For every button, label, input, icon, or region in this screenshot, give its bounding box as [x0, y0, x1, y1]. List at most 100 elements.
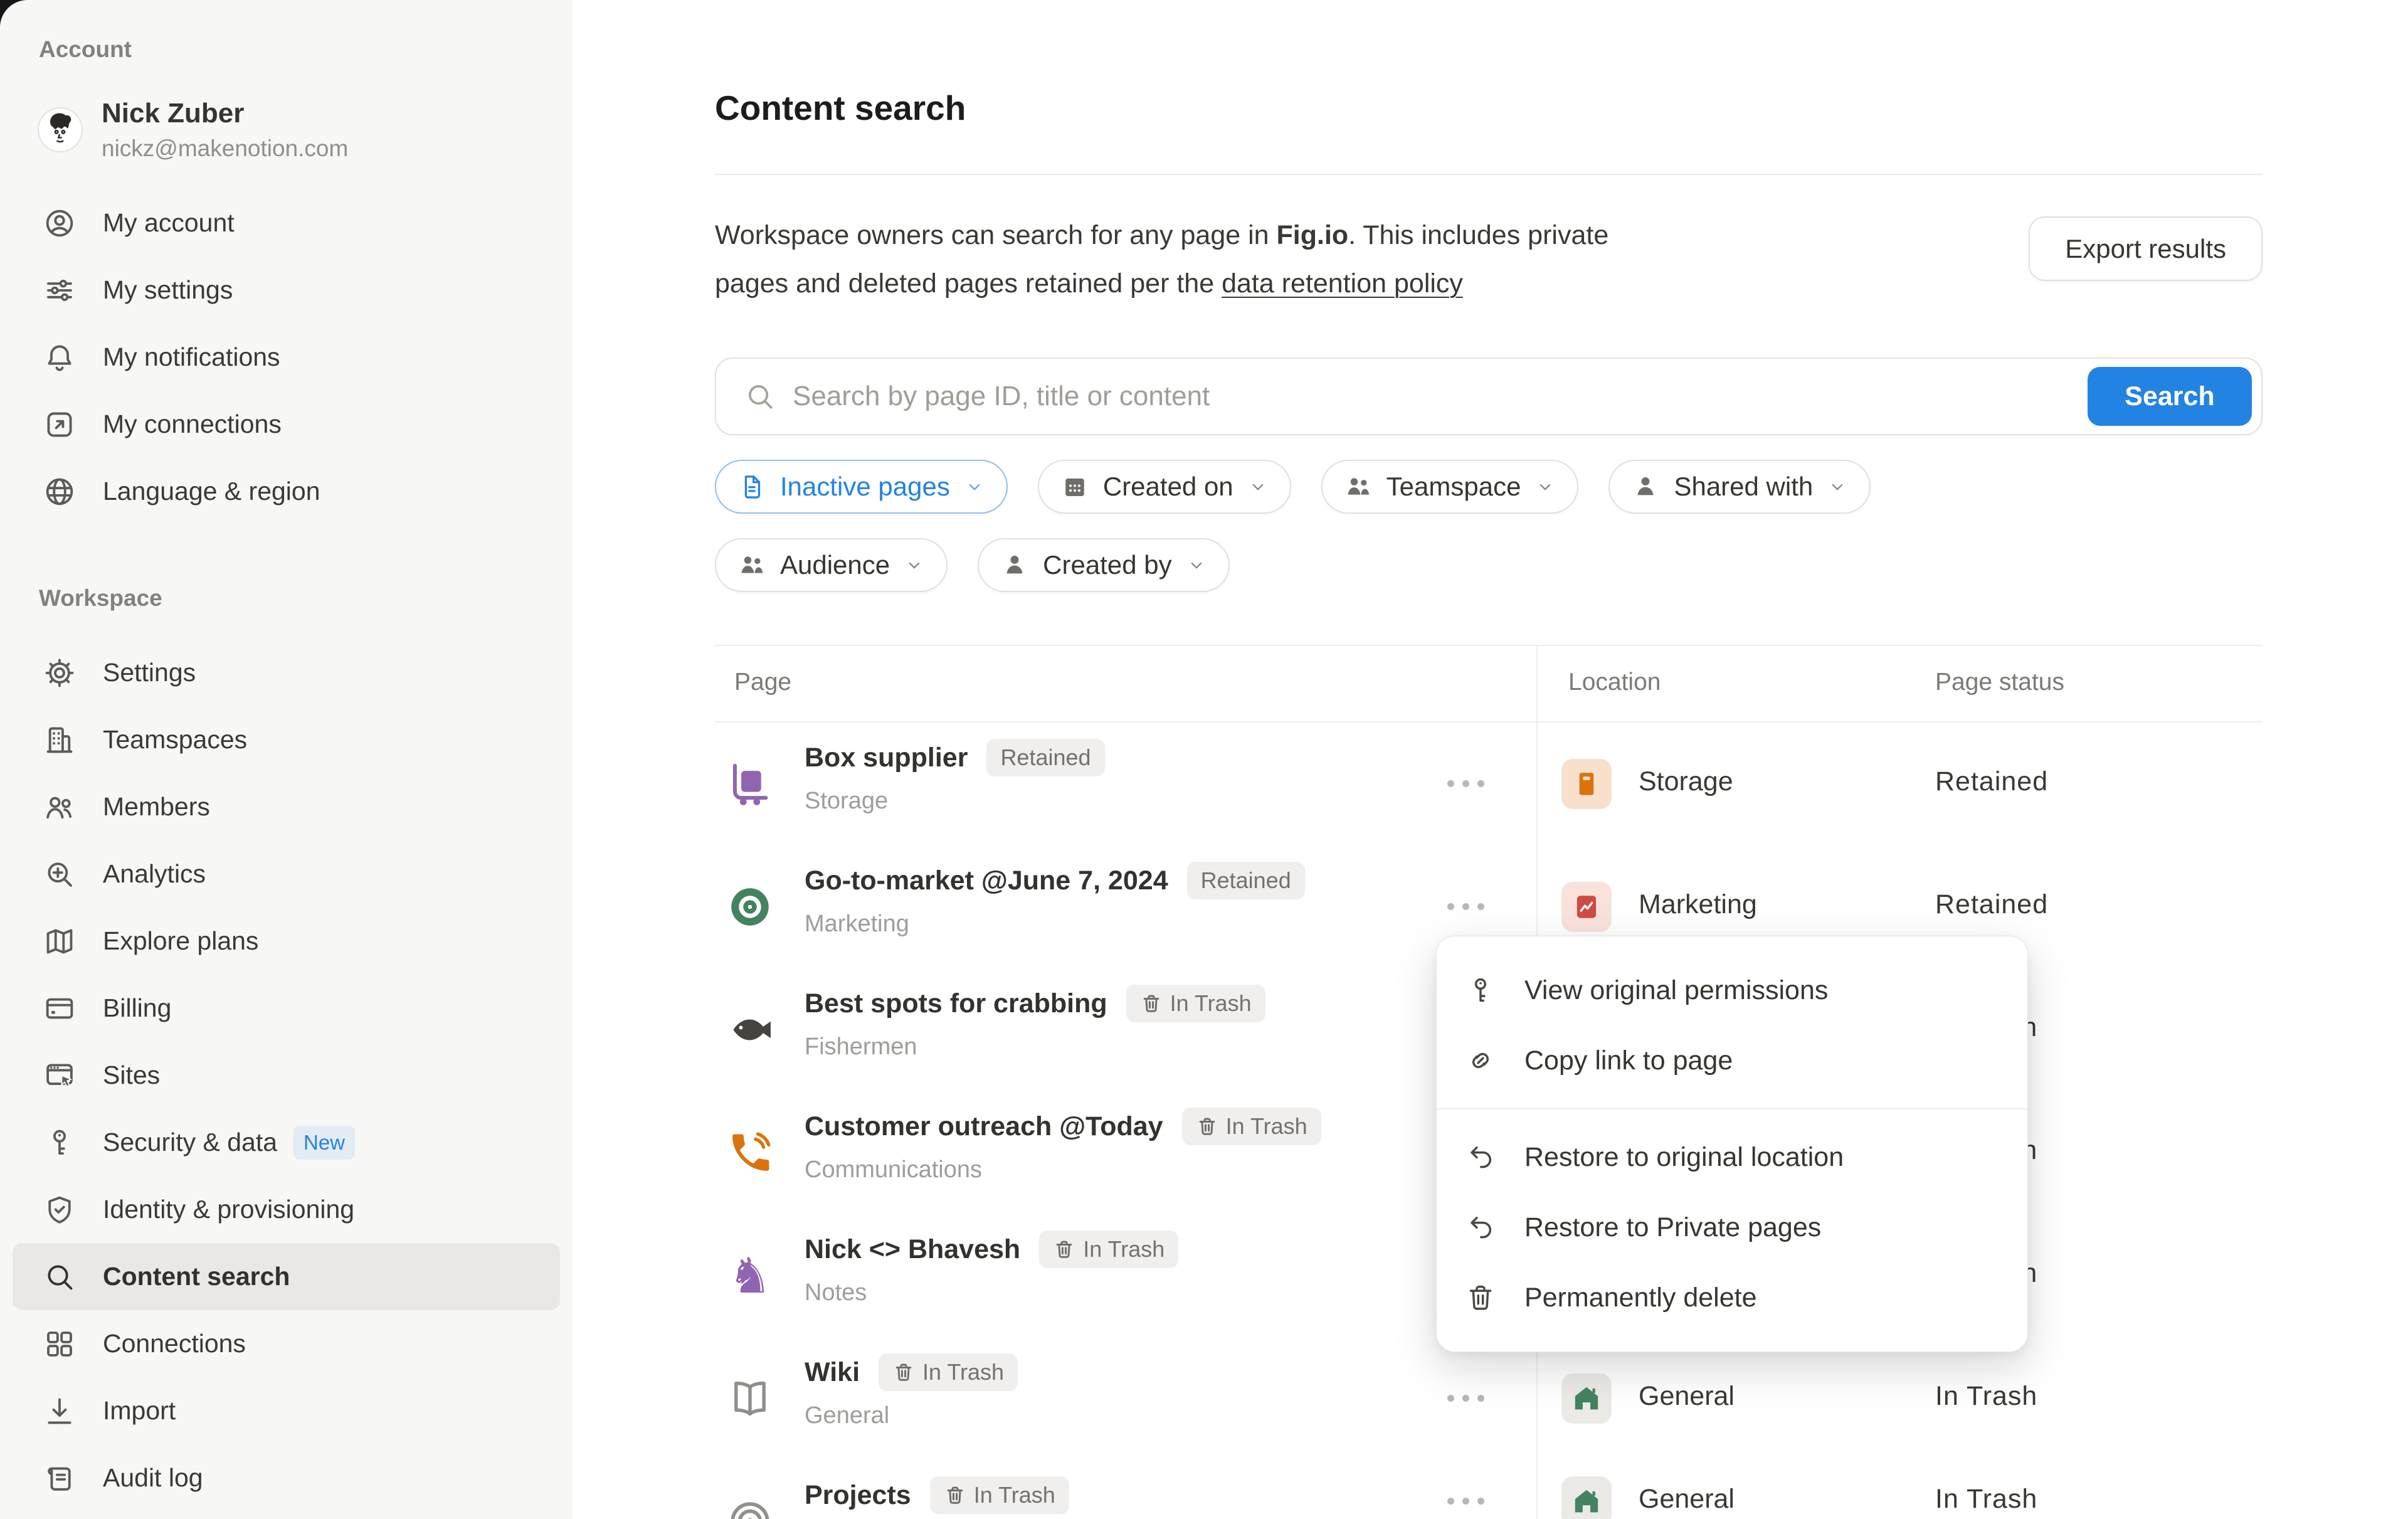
sidebar-item-billing[interactable]: Billing [13, 975, 560, 1042]
menu-item-restore-private-pages[interactable]: Restore to Private pages [1437, 1192, 2027, 1262]
table-row[interactable]: Box supplier Retained Storage Storage Re… [715, 722, 2263, 845]
sidebar-item-my-account[interactable]: My account [13, 189, 560, 257]
sidebar-item-label: Identity & provisioning [103, 1195, 354, 1224]
donkey-icon: ♞ [721, 1251, 779, 1301]
sidebar-item-connections[interactable]: Connections [13, 1310, 560, 1377]
chevron-down-icon [964, 476, 985, 497]
page-description: Workspace owners can search for any page… [715, 211, 1608, 308]
fish-icon [721, 1005, 779, 1055]
undo-arrow-icon [1464, 1141, 1497, 1173]
menu-item-view-original-permissions[interactable]: View original permissions [1437, 955, 2027, 1025]
row-actions-button[interactable] [1447, 903, 1484, 910]
map-icon [43, 924, 77, 958]
location-cell: General [1639, 1484, 1735, 1515]
row-context-menu: View original permissions Copy link to p… [1436, 936, 2028, 1352]
filter-label: Inactive pages [780, 472, 950, 502]
sidebar-item-my-connections[interactable]: My connections [13, 391, 560, 458]
filter-created-on[interactable]: Created on [1038, 460, 1291, 514]
account-user[interactable]: Nick Zuber nickz@makenotion.com [38, 98, 573, 162]
workspace-section-label: Workspace [39, 585, 573, 611]
search-button[interactable]: Search [2088, 367, 2252, 426]
sidebar-item-label: Members [103, 792, 210, 822]
sidebar-item-my-settings[interactable]: My settings [13, 257, 560, 324]
search-input[interactable] [793, 381, 2088, 412]
chevron-down-icon [1247, 476, 1269, 497]
export-results-label: Export results [2065, 234, 2226, 264]
page-icon [737, 472, 766, 501]
sidebar-item-label: Teamspaces [103, 725, 247, 754]
table-row[interactable]: Projects In Trash General In Trash [715, 1460, 2263, 1519]
new-badge: New [293, 1126, 355, 1160]
chevron-down-icon [1534, 476, 1556, 497]
key-icon [43, 1126, 77, 1160]
page-title: Content search [715, 88, 966, 128]
status-badge: Retained [1187, 862, 1305, 899]
description-text: pages and deleted pages retained per the [715, 268, 1222, 299]
in-trash-badge: In Trash [1126, 985, 1265, 1022]
page-title-cell: Go-to-market @June 7, 2024 [805, 865, 1168, 896]
table-row[interactable]: Wiki In Trash General General In Trash [715, 1337, 2263, 1460]
sidebar-item-members[interactable]: Members [13, 773, 560, 840]
calendar-icon [1060, 472, 1089, 501]
column-header-location: Location [1568, 669, 1661, 696]
sidebar-item-security-data[interactable]: Security & data New [13, 1109, 560, 1176]
menu-item-label: View original permissions [1524, 975, 1828, 1006]
person-icon [1000, 551, 1029, 580]
filter-inactive-pages[interactable]: Inactive pages [715, 460, 1008, 514]
page-title-cell: Wiki [805, 1357, 860, 1388]
link-icon [1464, 1044, 1497, 1077]
sidebar-item-label: Language & region [103, 477, 320, 506]
sidebar-item-label: Sites [103, 1061, 160, 1090]
menu-item-permanently-delete[interactable]: Permanently delete [1437, 1262, 2027, 1333]
row-actions-button[interactable] [1447, 1395, 1484, 1402]
sidebar-item-teamspaces[interactable]: Teamspaces [13, 706, 560, 773]
bell-icon [43, 341, 77, 374]
data-retention-policy-link[interactable]: data retention policy [1222, 268, 1463, 299]
filter-audience[interactable]: Audience [715, 538, 948, 592]
phone-icon [721, 1128, 779, 1178]
location-cell: Marketing [1639, 889, 1757, 920]
trash-icon [892, 1361, 915, 1384]
page-subtitle: Fishermen [805, 1034, 917, 1061]
table-top-border [715, 645, 2263, 646]
filter-row-1: Inactive pages Created on Teamspace Shar… [715, 460, 1871, 514]
rings-icon [721, 1496, 779, 1519]
chevron-down-icon [1186, 554, 1207, 576]
sidebar-item-identity-provisioning[interactable]: Identity & provisioning [13, 1176, 560, 1243]
filter-teamspace[interactable]: Teamspace [1321, 460, 1579, 514]
filter-created-by[interactable]: Created by [978, 538, 1229, 592]
filter-shared-with[interactable]: Shared with [1608, 460, 1871, 514]
trash-icon [1140, 992, 1163, 1015]
sidebar-item-sites[interactable]: Sites [13, 1042, 560, 1109]
house-icon [1561, 1476, 1612, 1519]
search-bar: Search [715, 357, 2263, 435]
sidebar-item-import[interactable]: Import [13, 1377, 560, 1444]
browser-cursor-icon [43, 1059, 77, 1093]
sidebar-item-content-search[interactable]: Content search [13, 1243, 560, 1310]
trash-icon [1464, 1281, 1497, 1314]
sidebar-item-audit-log[interactable]: Audit log [13, 1444, 560, 1511]
location-cell: General [1639, 1381, 1735, 1412]
sidebar-item-label: My account [103, 208, 235, 238]
sidebar-item-label: Analytics [103, 859, 206, 889]
export-results-button[interactable]: Export results [2029, 216, 2263, 281]
menu-item-copy-link[interactable]: Copy link to page [1437, 1025, 2027, 1096]
sidebar-item-analytics[interactable]: Analytics [13, 840, 560, 908]
page-status-cell: Retained [1935, 766, 2048, 797]
globe-icon [43, 475, 77, 509]
sidebar-item-explore-plans[interactable]: Explore plans [13, 908, 560, 975]
card-icon [43, 992, 77, 1025]
sidebar-item-language-region[interactable]: Language & region [13, 458, 560, 525]
menu-item-label: Copy link to page [1524, 1045, 1733, 1076]
sidebar-item-settings[interactable]: Settings [13, 639, 560, 706]
house-icon [1561, 1373, 1612, 1424]
sidebar-item-my-notifications[interactable]: My notifications [13, 324, 560, 391]
page-title-cell: Nick <> Bhavesh [805, 1234, 1020, 1265]
row-actions-button[interactable] [1447, 780, 1484, 787]
row-actions-button[interactable] [1447, 1498, 1484, 1505]
dolly-icon [721, 759, 779, 809]
page-status-cell: In Trash [1935, 1484, 2037, 1515]
settings-sidebar: Account Nick Zuber nickz@makenotion.com … [0, 0, 573, 1519]
trash-icon [944, 1484, 966, 1506]
menu-item-restore-original-location[interactable]: Restore to original location [1437, 1122, 2027, 1192]
